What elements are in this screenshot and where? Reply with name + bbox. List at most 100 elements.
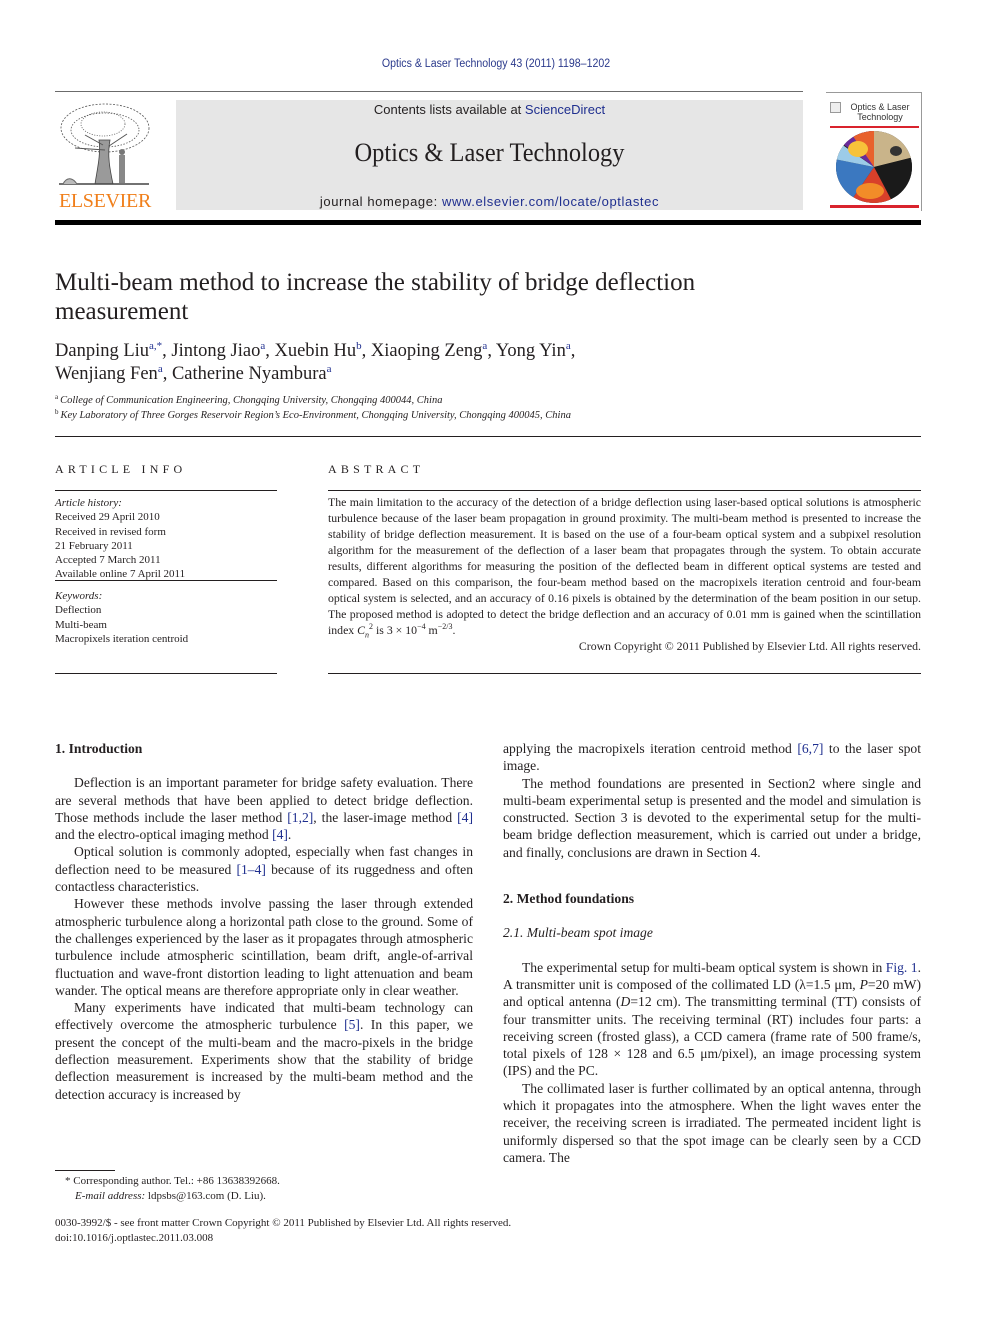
text-run: The collimated laser is further collimat… — [503, 1080, 921, 1165]
author-list: Danping Liua,*, Jintong Jiaoa, Xuebin Hu… — [55, 340, 755, 386]
citation-link[interactable]: [1,2] — [287, 810, 313, 825]
author-affiliation-mark[interactable]: a — [327, 363, 332, 375]
cover-title: Optics & Laser Technology — [850, 102, 910, 122]
abstract-copyright: Crown Copyright © 2011 Published by Else… — [578, 639, 921, 653]
history-label: Article history: — [55, 497, 122, 509]
text-run: . — [287, 827, 292, 843]
article-info-heading: ARTICLE INFO — [55, 462, 187, 476]
author[interactable]: Yong Yina, — [495, 341, 576, 362]
math-variable: P — [859, 976, 868, 992]
citation-link[interactable]: [5] — [344, 1017, 360, 1032]
abstract-body: The main limitation to the accuracy of t… — [328, 494, 921, 654]
history-rule — [55, 580, 277, 581]
author-separator: , — [570, 341, 576, 361]
header-divider — [55, 436, 921, 437]
footnotes: * Corresponding author. Tel.: +86 136383… — [55, 1174, 475, 1203]
paragraph: The method foundations are presented in … — [503, 775, 921, 861]
author-separator: , — [487, 341, 496, 361]
article-history: Article history: Received 29 April 2010 … — [55, 496, 277, 582]
citation-link[interactable]: [1–4] — [236, 862, 265, 877]
author-separator: , — [162, 364, 172, 384]
keyword: Macropixels iteration centroid — [55, 632, 189, 645]
article-info-rule — [55, 490, 277, 491]
affiliation: b Key Laboratory of Three Gorges Reservoi… — [55, 408, 855, 422]
email-note: E-mail address: ldpsbs@163.com (D. Liu). — [55, 1189, 475, 1204]
publisher-wordmark: ELSEVIER — [58, 190, 152, 212]
text-run: The experimental setup for multi-beam op… — [522, 959, 886, 975]
history-item: Received in revised form — [55, 525, 166, 538]
paragraph: The experimental setup for multi-beam op… — [503, 959, 921, 1080]
author-name: Jintong Jiao — [171, 341, 261, 361]
homepage-prefix: journal homepage: — [319, 194, 443, 209]
tree-logo-icon — [59, 103, 150, 185]
publisher-logo[interactable]: ELSEVIER — [53, 100, 157, 212]
abstract-heading: ABSTRACT — [328, 462, 425, 476]
corresponding-author-note: * Corresponding author. Tel.: +86 136383… — [65, 1175, 280, 1187]
paragraph: However these methods involve passing th… — [55, 895, 473, 999]
article-info-bottom-rule — [55, 673, 277, 674]
page-footer: 0030-3992/$ - see front matter Crown Cop… — [55, 1216, 755, 1245]
doi[interactable]: doi:10.1016/j.optlastec.2011.03.008 — [55, 1231, 755, 1246]
journal-cover-thumbnail[interactable]: Optics & Laser Technology — [826, 92, 922, 211]
subsection-heading: 2.1. Multi-beam spot image — [503, 925, 653, 941]
sciencedirect-link[interactable]: ScienceDirect — [525, 102, 605, 117]
issn-copyright: 0030-3992/$ - see front matter Crown Cop… — [55, 1217, 512, 1229]
cover-red-bar-bottom — [830, 205, 919, 208]
paragraph: Many experiments have indicated that mul… — [55, 999, 473, 1103]
history-item: Accepted 7 March 2011 — [55, 554, 161, 567]
author[interactable]: Jintong Jiaoa, — [171, 341, 274, 362]
symbol-subscript: n — [365, 630, 370, 640]
affiliation: a College of Communication Engineering, C… — [55, 394, 855, 407]
keyword: Deflection — [55, 604, 102, 617]
paragraph: applying the macropixels iteration centr… — [503, 740, 921, 775]
citation-link[interactable]: [6,7] — [797, 741, 823, 756]
citation-link[interactable]: Fig. 1 — [886, 960, 918, 975]
history-item: Received 29 April 2010 — [55, 511, 160, 524]
exponent: −4 — [417, 622, 426, 632]
journal-homepage-link[interactable]: www.elsevier.com/locate/optlastec — [442, 194, 659, 209]
affiliation-mark: b — [55, 408, 59, 416]
paragraph: Optical solution is commonly adopted, es… — [55, 843, 473, 895]
text-run: , the laser-image method — [313, 809, 458, 825]
cover-red-bar — [830, 126, 919, 128]
keyword: Multi-beam — [55, 618, 107, 631]
text-run: The method foundations are presented in … — [503, 775, 921, 860]
abstract-paragraph: The main limitation to the accuracy of t… — [328, 494, 921, 640]
homepage-line: journal homepage: www.elsevier.com/locat… — [176, 194, 803, 209]
abstract-text: m — [425, 623, 438, 637]
article-title: Multi-beam method to increase the stabil… — [55, 269, 696, 325]
journal-banner: Contents lists available at ScienceDirec… — [176, 100, 803, 210]
author-name: Catherine Nyambura — [171, 364, 327, 384]
text-run: However these methods involve passing th… — [55, 896, 473, 998]
author-name: Yong Yin — [495, 341, 566, 361]
affiliation-text: College of Communication Engineering, Ch… — [60, 395, 443, 406]
author[interactable]: Danping Liua,*, — [55, 340, 171, 362]
masthead-top-rule — [55, 91, 803, 92]
email-address[interactable]: ldpsbs@163.com (D. Liu). — [145, 1190, 266, 1202]
author-name: Danping Liu — [55, 341, 150, 361]
author[interactable]: Catherine Nyamburaa — [171, 363, 332, 385]
cover-art-icon — [836, 131, 912, 203]
citation-link[interactable]: [4] — [272, 827, 288, 842]
author-name: Wenjiang Fen — [55, 364, 158, 384]
keywords-label: Keywords: — [55, 590, 103, 602]
author[interactable]: Xuebin Hub, — [274, 341, 370, 362]
affiliation-text: Key Laboratory of Three Gorges Reservoir… — [60, 410, 571, 421]
citation-link[interactable]: [4] — [457, 810, 473, 825]
section-heading: 1. Introduction — [55, 741, 143, 756]
abstract-text: . — [452, 623, 456, 637]
body-column-left: 1. Introduction Deflection is an importa… — [55, 740, 473, 1103]
journal-title: Optics & Laser Technology — [354, 138, 625, 167]
history-item: 21 February 2011 — [55, 539, 133, 552]
author-affiliation-mark[interactable]: a,* — [149, 340, 162, 352]
contents-line: Contents lists available at ScienceDirec… — [176, 102, 803, 117]
exponent: −2/3 — [437, 622, 453, 632]
paragraph: The collimated laser is further collimat… — [503, 1080, 921, 1166]
contents-prefix: Contents lists available at — [373, 102, 525, 117]
scintillation-symbol: C — [357, 623, 366, 637]
author[interactable]: Wenjiang Fena, — [55, 364, 172, 385]
masthead-thick-rule — [55, 220, 921, 225]
text-run: applying the macropixels iteration centr… — [503, 741, 798, 756]
author-name: Xuebin Hu — [274, 341, 357, 361]
author[interactable]: Xiaoping Zenga, — [371, 341, 496, 362]
